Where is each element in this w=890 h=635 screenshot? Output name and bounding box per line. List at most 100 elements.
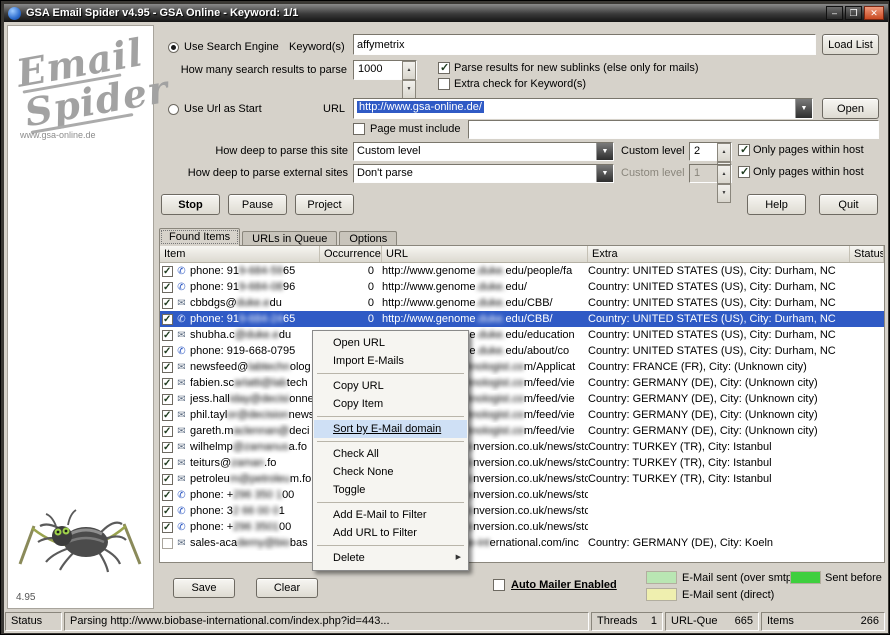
row-checkbox[interactable] — [162, 410, 173, 421]
only-host-site-checkbox[interactable] — [738, 144, 750, 156]
row-checkbox[interactable] — [162, 330, 173, 341]
table-row[interactable]: ✉phil.taylor@decisionnews0http://www.lab… — [160, 407, 884, 423]
row-checkbox[interactable] — [162, 394, 173, 405]
row-checkbox[interactable] — [162, 346, 173, 357]
extra-cell: Country: GERMANY (DE), City: (Unknown ci… — [588, 407, 850, 423]
select-dropdown-icon[interactable]: ▼ — [596, 165, 613, 182]
menu-item-add-e-mail-to-filter[interactable]: Add E-Mail to Filter — [314, 506, 467, 524]
table-row[interactable]: ✉fabien.scarlatti@labtech0http://www.lab… — [160, 375, 884, 391]
save-button[interactable]: Save — [173, 578, 235, 598]
row-checkbox[interactable] — [162, 522, 173, 533]
minimize-button[interactable]: – — [826, 6, 843, 20]
items-label: Items — [767, 613, 794, 630]
row-checkbox[interactable] — [162, 490, 173, 501]
clear-button[interactable]: Clear — [256, 578, 318, 598]
menu-item-add-url-to-filter[interactable]: Add URL to Filter — [314, 524, 467, 542]
deep-ext-label: How deep to parse external sites — [141, 167, 348, 180]
open-button[interactable]: Open — [822, 98, 879, 119]
tab-found-items[interactable]: Found Items — [159, 228, 240, 246]
close-button[interactable]: ✕ — [864, 6, 884, 20]
extra-cell: Country: FRANCE (FR), City: (Unknown cit… — [588, 359, 850, 375]
deep-ext-select[interactable]: Don't parse ▼ — [353, 164, 614, 183]
table-row[interactable]: ✉sales-academy@biobas0http://www.biobase… — [160, 535, 884, 551]
row-checkbox[interactable] — [162, 314, 173, 325]
legend-sent-before-swatch — [790, 571, 821, 584]
table-row[interactable]: ✉jess.halliday@decisionne0http://www.lab… — [160, 391, 884, 407]
table-row[interactable]: ✆phone: 919-684-08960http://www.genome.d… — [160, 279, 884, 295]
table-row[interactable]: ✆phone: 32 66 00 010http://www.newsconve… — [160, 503, 884, 519]
use-url-radio[interactable] — [168, 104, 179, 115]
row-checkbox[interactable] — [162, 266, 173, 277]
tab-options[interactable]: Options — [339, 231, 397, 246]
menu-item-copy-item[interactable]: Copy Item — [314, 395, 467, 413]
load-list-button[interactable]: Load List — [822, 34, 879, 55]
row-checkbox[interactable] — [162, 458, 173, 469]
menu-item-copy-url[interactable]: Copy URL — [314, 377, 467, 395]
menu-item-check-none[interactable]: Check None — [314, 463, 467, 481]
table-row[interactable]: ✉teiturs@zaman.fo0http://www.newsconvers… — [160, 455, 884, 471]
table-body: ✆phone: 919-684-59650http://www.genome.d… — [160, 263, 884, 551]
spinner-up-icon[interactable]: ▲ — [717, 143, 731, 162]
table-row[interactable]: ✉petroleum@petroleum.fo0http://www.newsc… — [160, 471, 884, 487]
menu-item-open-url[interactable]: Open URL — [314, 334, 467, 352]
page-must-include-input[interactable] — [468, 120, 879, 139]
row-checkbox[interactable] — [162, 442, 173, 453]
extra-cell: Country: UNITED STATES (US), City: Durha… — [588, 279, 850, 295]
table-row[interactable]: ✆phone: +296 350 1000http://www.newsconv… — [160, 487, 884, 503]
row-checkbox[interactable] — [162, 506, 173, 517]
tab-urls-in-queue[interactable]: URLs in Queue — [242, 231, 337, 246]
url-cell: http://www.genome.duke.edu/ — [382, 279, 588, 295]
table-row[interactable]: ✉wilhelmp@zamanusa.fo0http://www.newscon… — [160, 439, 884, 455]
row-checkbox[interactable] — [162, 426, 173, 437]
column-header-extra[interactable]: Extra — [588, 246, 850, 262]
menu-item-toggle[interactable]: Toggle — [314, 481, 467, 499]
results-to-parse-spinner[interactable]: 1000 ▲▼ — [353, 60, 417, 80]
status-cell — [850, 503, 884, 519]
title-bar[interactable]: GSA Email Spider v4.95 - GSA Online - Ke… — [4, 4, 888, 22]
combo-dropdown-icon[interactable]: ▼ — [795, 99, 812, 118]
maximize-button[interactable]: ❐ — [845, 6, 862, 20]
column-header-url[interactable]: URL — [382, 246, 588, 262]
page-must-include-checkbox[interactable] — [353, 123, 365, 135]
parse-sublinks-checkbox[interactable] — [438, 62, 450, 74]
project-button[interactable]: Project — [295, 194, 354, 215]
column-header-occurrences[interactable]: Occurrences — [320, 246, 382, 262]
row-checkbox[interactable] — [162, 362, 173, 373]
row-checkbox[interactable] — [162, 538, 173, 549]
table-row[interactable]: ✆phone: 919-668-07950http://www.genome.d… — [160, 343, 884, 359]
keywords-input[interactable] — [353, 34, 816, 55]
help-button[interactable]: Help — [747, 194, 806, 215]
pause-button[interactable]: Pause — [228, 194, 287, 215]
table-row[interactable]: ✉newsfeed@labtechnolog0http://www.labtec… — [160, 359, 884, 375]
custom-level-site-spinner[interactable]: 2 ▲▼ — [689, 142, 732, 161]
extra-check-checkbox[interactable] — [438, 78, 450, 90]
table-row[interactable]: ✉shubha.c@duke.edu0http://www.genome.duk… — [160, 327, 884, 343]
auto-mailer-checkbox[interactable] — [493, 579, 505, 591]
row-checkbox[interactable] — [162, 474, 173, 485]
menu-item-delete[interactable]: Delete▶ — [314, 549, 467, 567]
menu-item-check-all[interactable]: Check All — [314, 445, 467, 463]
spinner-up-icon[interactable]: ▲ — [402, 61, 416, 80]
select-dropdown-icon[interactable]: ▼ — [596, 143, 613, 160]
table-row[interactable]: ✆phone: +296 3501000http://www.newsconve… — [160, 519, 884, 535]
table-row[interactable]: ✉gareth.maclennan@deci0http://www.labtec… — [160, 423, 884, 439]
deep-site-select[interactable]: Custom level ▼ — [353, 142, 614, 161]
table-row[interactable]: ✉cbbdgs@duke.edu0http://www.genome.duke.… — [160, 295, 884, 311]
use-search-engine-radio[interactable] — [168, 42, 179, 53]
table-row[interactable]: ✆phone: 919-684-59650http://www.genome.d… — [160, 263, 884, 279]
url-combobox[interactable]: http://www.gsa-online.de/ ▼ — [353, 98, 813, 119]
menu-item-sort-by-e-mail-domain[interactable]: Sort by E-Mail domain — [314, 420, 467, 438]
row-checkbox[interactable] — [162, 298, 173, 309]
table-row[interactable]: ✆phone: 919-684-24650http://www.genome.d… — [160, 311, 884, 327]
row-checkbox[interactable] — [162, 378, 173, 389]
legend-smtp-swatch — [646, 571, 677, 584]
extra-cell: Country: UNITED STATES (US), City: Durha… — [588, 295, 850, 311]
column-header-item[interactable]: Item — [160, 246, 320, 262]
stop-button[interactable]: Stop — [161, 194, 220, 215]
column-header-status[interactable]: Status — [850, 246, 884, 262]
row-checkbox[interactable] — [162, 282, 173, 293]
menu-item-import-e-mails[interactable]: Import E-Mails — [314, 352, 467, 370]
spinner-down-icon[interactable]: ▼ — [402, 80, 416, 99]
quit-button[interactable]: Quit — [819, 194, 878, 215]
only-host-ext-checkbox[interactable] — [738, 166, 750, 178]
